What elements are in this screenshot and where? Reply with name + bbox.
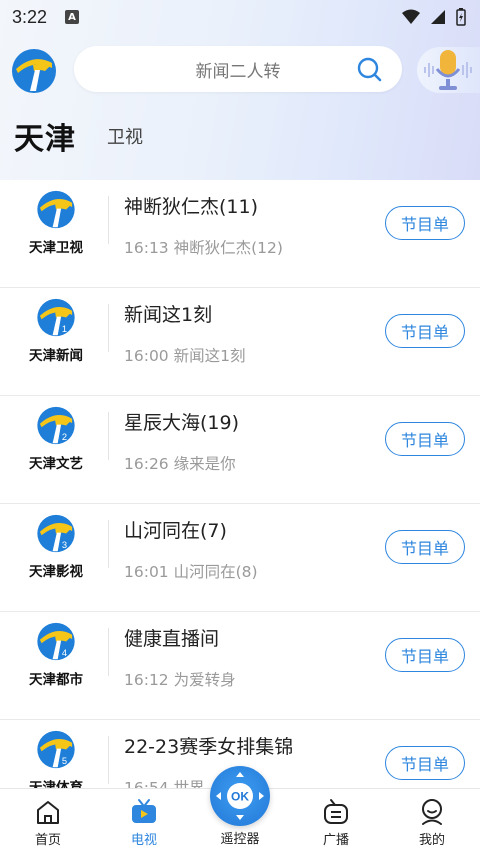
schedule-button[interactable]: 节目单	[385, 206, 465, 240]
tianjin-tv-logo-icon: 2	[37, 406, 75, 445]
app-logo-icon[interactable]	[12, 49, 56, 93]
status-indicators	[402, 8, 466, 26]
nav-label-profile: 我的	[418, 833, 445, 848]
top-bar: 新闻二人转	[0, 44, 480, 96]
channel-logo[interactable]: 4 天津都市	[16, 622, 96, 688]
channel-name: 天津文艺	[29, 456, 83, 472]
channel-row[interactable]: 天津卫视 神断狄仁杰(11) 16:13 神断狄仁杰(12) 节目单	[0, 180, 480, 288]
tianjin-tv-logo-icon: 4	[37, 622, 75, 661]
nav-home[interactable]: 首页	[0, 789, 96, 855]
current-program[interactable]: 星辰大海(19)	[124, 408, 239, 435]
nav-profile[interactable]: 我的	[384, 789, 480, 855]
nav-radio[interactable]: 广播	[288, 789, 384, 855]
status-time: 3:22	[12, 6, 48, 27]
next-program: 16:00 新闻这1刻	[124, 347, 246, 365]
channel-logo[interactable]: 1 天津新闻	[16, 298, 96, 364]
tianjin-tv-logo-icon: 3	[37, 514, 75, 553]
status-bar: 3:22 A	[0, 0, 480, 34]
channel-logo[interactable]: 3 天津影视	[16, 514, 96, 580]
channel-name: 天津卫视	[29, 240, 83, 256]
nav-label-tv: 电视	[130, 833, 157, 848]
next-program: 16:13 神断狄仁杰(12)	[124, 239, 283, 257]
battery-icon	[456, 8, 466, 26]
radio-icon	[324, 799, 348, 824]
divider	[108, 736, 109, 784]
channel-logo[interactable]: 2 天津文艺	[16, 406, 96, 472]
nav-label-home: 首页	[34, 833, 61, 848]
schedule-button[interactable]: 节目单	[385, 314, 465, 348]
search-input[interactable]: 新闻二人转	[74, 46, 402, 92]
nav-tv[interactable]: 电视	[96, 789, 192, 855]
tab-satellite[interactable]: 卫视	[107, 123, 143, 149]
channel-logo[interactable]: 天津卫视	[16, 190, 96, 256]
profile-icon	[422, 799, 442, 825]
channel-logo[interactable]: 5天津体育	[16, 730, 96, 796]
current-program[interactable]: 健康直播间	[124, 624, 219, 651]
channel-row[interactable]: 2 天津文艺 星辰大海(19) 16:26 缘来是你 节目单	[0, 396, 480, 504]
microphone-icon	[424, 50, 472, 90]
channel-number: 2	[62, 432, 67, 442]
current-program[interactable]: 22-23赛季女排集锦	[124, 732, 293, 759]
next-program: 16:12 为爱转身	[124, 671, 236, 689]
next-program: 16:26 缘来是你	[124, 455, 236, 473]
home-icon	[37, 801, 59, 824]
channel-row[interactable]: 1 天津新闻 新闻这1刻 16:00 新闻这1刻 节目单	[0, 288, 480, 396]
channel-number: 1	[62, 324, 67, 334]
region-title: 天津	[14, 122, 76, 157]
wifi-icon	[402, 9, 420, 24]
signal-icon	[431, 10, 445, 24]
tianjin-tv-logo-icon: 1	[37, 298, 75, 337]
search-icon[interactable]	[356, 56, 382, 82]
divider	[108, 196, 109, 244]
channel-number: 3	[62, 540, 67, 550]
channel-number: 4	[62, 648, 67, 658]
next-program: 16:01 山河同在(8)	[124, 563, 258, 581]
channel-row[interactable]: 3 天津影视 山河同在(7) 16:01 山河同在(8) 节目单	[0, 504, 480, 612]
remote-control-button[interactable]: OK	[210, 766, 270, 826]
remote-icon: OK	[216, 772, 264, 820]
divider	[108, 628, 109, 676]
channel-number: 5	[62, 756, 67, 766]
channel-list: 天津卫视 神断狄仁杰(11) 16:13 神断狄仁杰(12) 节目单 1 天津新闻 新闻这1…	[0, 180, 480, 828]
current-program[interactable]: 神断狄仁杰(11)	[124, 192, 258, 219]
tianjin-tv-logo-icon: 5	[37, 730, 75, 769]
current-program[interactable]: 山河同在(7)	[124, 516, 227, 543]
current-program[interactable]: 新闻这1刻	[124, 300, 212, 327]
channel-name: 天津影视	[29, 564, 83, 580]
channel-name: 天津都市	[29, 672, 83, 688]
notification-icon: A	[65, 10, 80, 24]
divider	[108, 304, 109, 352]
nav-label-radio: 广播	[322, 833, 349, 848]
divider	[108, 412, 109, 460]
schedule-button[interactable]: 节目单	[385, 530, 465, 564]
schedule-button[interactable]: 节目单	[385, 638, 465, 672]
tv-icon	[132, 799, 156, 823]
channel-name: 天津新闻	[29, 348, 83, 364]
channel-row[interactable]: 4 天津都市 健康直播间 16:12 为爱转身 节目单	[0, 612, 480, 720]
nav-label-remote: 遥控器	[220, 832, 260, 847]
schedule-button[interactable]: 节目单	[385, 422, 465, 456]
divider	[108, 520, 109, 568]
tianjin-tv-logo-icon	[37, 190, 75, 229]
search-placeholder: 新闻二人转	[195, 61, 281, 82]
schedule-button[interactable]: 节目单	[385, 746, 465, 780]
remote-ok-label: OK	[231, 790, 249, 804]
voice-search-button[interactable]	[417, 47, 480, 93]
